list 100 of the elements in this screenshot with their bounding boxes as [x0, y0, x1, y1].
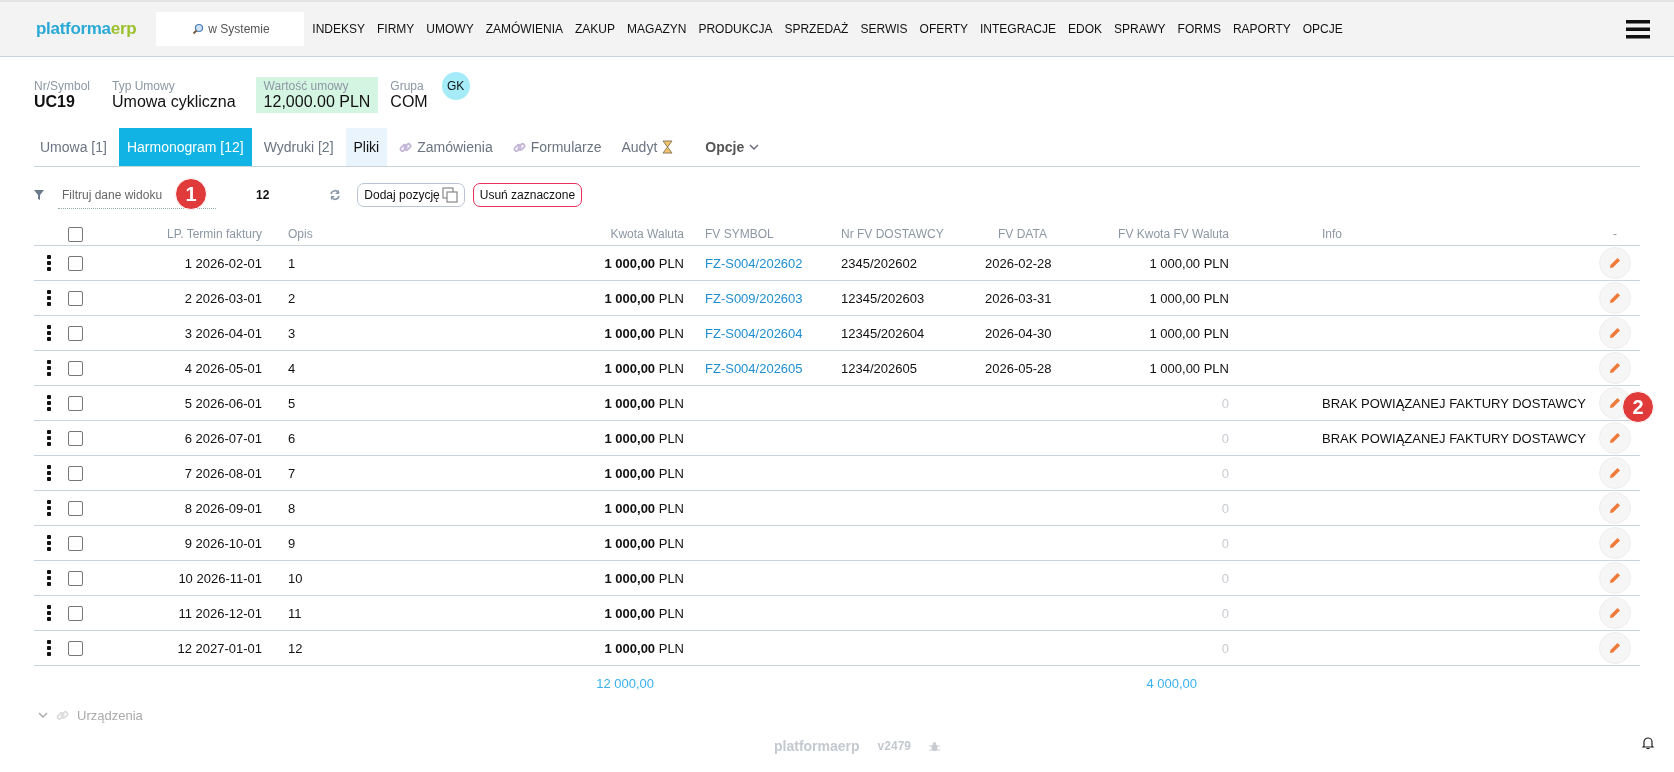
menu-item[interactable]: SERWIS	[860, 22, 908, 36]
tab[interactable]: Wydruki [2]	[255, 128, 342, 166]
row-checkbox[interactable]	[68, 395, 83, 411]
edit-button[interactable]	[1599, 352, 1631, 384]
edit-button[interactable]	[1599, 562, 1631, 594]
row-checkbox[interactable]	[68, 640, 83, 656]
annotation-badge: 2	[1622, 391, 1654, 423]
table-cell: 8 2026-09-01	[184, 500, 262, 516]
menu-item[interactable]: FORMS	[1177, 22, 1221, 36]
row-checkbox[interactable]	[68, 255, 83, 271]
edit-button[interactable]	[1599, 457, 1631, 489]
menu-item[interactable]: RAPORTY	[1232, 22, 1291, 36]
pencil-icon	[1609, 502, 1621, 514]
bell-icon[interactable]	[1642, 736, 1654, 750]
pencil-icon	[1609, 432, 1621, 444]
more-icon[interactable]	[47, 605, 51, 621]
menu-item[interactable]: SPRZEDAŻ	[784, 22, 849, 36]
column-header: LP. Termin faktury	[166, 227, 263, 241]
edit-button[interactable]	[1599, 492, 1631, 524]
more-icon[interactable]	[47, 255, 51, 271]
table-cell: 1 000,00 PLN	[604, 605, 684, 621]
menu-icon[interactable]	[1626, 19, 1650, 39]
invoice-link[interactable]: FZ-S009/202603	[705, 290, 803, 306]
filter-icon	[34, 190, 44, 200]
select-all-checkbox[interactable]	[68, 226, 83, 242]
menu-item[interactable]: FIRMY	[377, 22, 415, 36]
more-icon[interactable]	[47, 360, 51, 376]
menu-item[interactable]: OFERTY	[919, 22, 968, 36]
edit-button[interactable]	[1599, 317, 1631, 349]
row-checkbox[interactable]	[68, 430, 83, 446]
row-checkbox[interactable]	[68, 500, 83, 516]
invoice-link[interactable]: FZ-S004/202605	[705, 360, 803, 376]
column-header: Opis	[287, 227, 314, 241]
edit-button[interactable]	[1599, 632, 1631, 664]
pencil-icon	[1609, 467, 1621, 479]
table-cell: 4 2026-05-01	[184, 360, 262, 376]
table-cell: 9 2026-10-01	[184, 535, 262, 551]
column-header: Info	[1321, 227, 1343, 241]
more-icon[interactable]	[47, 430, 51, 446]
row-checkbox[interactable]	[68, 570, 83, 586]
table-cell: BRAK POWIĄZANEJ FAKTURY DOSTAWCY	[1322, 430, 1586, 446]
edit-button[interactable]	[1599, 422, 1631, 454]
menu-item[interactable]: OPCJE	[1302, 22, 1343, 36]
row-checkbox[interactable]	[68, 325, 83, 341]
menu-item[interactable]: ZAKUP	[575, 22, 616, 36]
field-value: Umowa cykliczna	[112, 92, 236, 111]
version-label: v2479	[877, 739, 911, 753]
invoice-link[interactable]: FZ-S004/202604	[705, 325, 803, 341]
more-icon[interactable]	[47, 290, 51, 306]
row-checkbox[interactable]	[68, 290, 83, 306]
table-cell: 12	[288, 640, 303, 656]
search-field[interactable]: w Systemie	[156, 12, 305, 46]
more-icon[interactable]	[47, 535, 51, 551]
menu-item[interactable]: EDOK	[1068, 22, 1103, 36]
tab[interactable]: Formularze	[504, 128, 610, 166]
edit-button[interactable]	[1599, 527, 1631, 559]
menu-item[interactable]: INTEGRACJE	[980, 22, 1056, 36]
tab[interactable]: Umowa [1]	[34, 128, 115, 166]
chevron-icon[interactable]	[38, 711, 48, 719]
row-checkbox[interactable]	[68, 465, 83, 481]
column-header: Kwota Waluta	[609, 227, 685, 241]
menu-item[interactable]: SPRAWY	[1114, 22, 1166, 36]
tab[interactable]: Zamówienia	[391, 128, 501, 166]
field-value: COM	[390, 92, 428, 111]
more-icon[interactable]	[47, 465, 51, 481]
menu-item[interactable]: MAGAZYN	[627, 22, 687, 36]
refresh-icon[interactable]	[329, 189, 342, 201]
edit-button[interactable]	[1599, 247, 1631, 279]
menu-item[interactable]: ZAMÓWIENIA	[485, 22, 564, 36]
edit-button[interactable]	[1599, 597, 1631, 629]
tab[interactable]: Opcje	[697, 128, 768, 166]
table-cell: 12345/202604	[841, 325, 925, 341]
total-amount: 12 000,00	[596, 675, 654, 691]
menu-item[interactable]: INDEKSY	[312, 22, 365, 36]
table-cell: 7	[288, 465, 296, 481]
column-header: FV Kwota FV Waluta	[1117, 227, 1230, 241]
table-cell: 1 000,00 PLN	[604, 430, 684, 446]
more-icon[interactable]	[47, 325, 51, 341]
table-cell: 1 000,00 PLN	[604, 500, 684, 516]
add-item-button[interactable]: Dodaj pozycję	[357, 183, 465, 207]
more-icon[interactable]	[47, 640, 51, 656]
table-cell: 2	[288, 290, 296, 306]
menu-item[interactable]: PRODUKCJA	[698, 22, 773, 36]
tab[interactable]: Audyt	[613, 128, 682, 166]
hourglass-icon	[662, 140, 674, 154]
row-checkbox[interactable]	[68, 360, 83, 376]
invoice-link[interactable]: FZ-S004/202602	[705, 255, 803, 271]
row-checkbox[interactable]	[68, 535, 83, 551]
more-icon[interactable]	[47, 395, 51, 411]
tab[interactable]: Pliki	[345, 128, 388, 166]
link-icon	[56, 708, 69, 722]
more-icon[interactable]	[47, 500, 51, 516]
more-icon[interactable]	[47, 570, 51, 586]
pencil-icon	[1609, 537, 1621, 549]
edit-button[interactable]	[1599, 282, 1631, 314]
footer-logo: platformaerp	[774, 738, 860, 754]
menu-item[interactable]: UMOWY	[426, 22, 474, 36]
delete-selected-button[interactable]: Usuń zaznaczone	[472, 183, 583, 207]
row-checkbox[interactable]	[68, 605, 83, 621]
table-cell: 8	[288, 500, 296, 516]
